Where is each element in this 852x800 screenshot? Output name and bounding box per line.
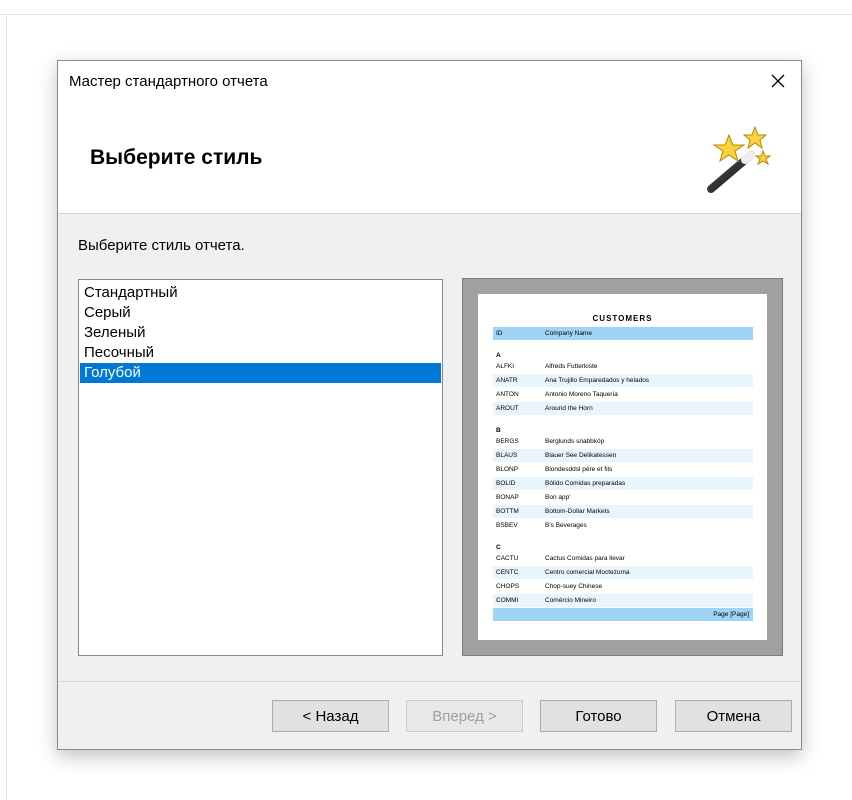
close-button[interactable] xyxy=(755,61,801,101)
preview-cell-id: CACTU xyxy=(496,555,519,562)
preview-data-row: CACTU Cactus Comidas para llevar xyxy=(493,552,753,565)
style-item-gray[interactable]: Серый xyxy=(80,303,441,323)
preview-cell-company: Blauer See Delikatessen xyxy=(545,452,617,459)
preview-cell-company: B's Beverages xyxy=(545,522,587,529)
preview-data-row: BONAP Bon app' xyxy=(493,491,753,504)
preview-cell-id: BOLID xyxy=(496,480,516,487)
preview-cell-company: Bon app' xyxy=(545,494,571,501)
preview-cell-id: COMMI xyxy=(496,597,519,604)
preview-cell-id: BSBEV xyxy=(496,522,518,529)
preview-cell-company: Centro comercial Moctezuma xyxy=(545,569,630,576)
finish-button[interactable]: Готово xyxy=(540,700,657,732)
preview-cell-id: BLAUS xyxy=(496,452,518,459)
magic-wand-icon xyxy=(707,125,772,193)
next-button[interactable]: Вперед > xyxy=(406,700,523,732)
preview-footer-row: Page [Page] xyxy=(493,608,753,621)
preview-cell-company: Bottom-Dollar Markets xyxy=(545,508,610,515)
preview-page: CUSTOMERS ID Company Name A ALFKI Alfreds Fu… xyxy=(478,294,767,640)
preview-data-row: COMMI Comércio Mineiro xyxy=(493,594,753,607)
preview-cell-company: Antonio Moreno Taquería xyxy=(545,391,618,398)
wizard-header: Выберите стиль xyxy=(58,101,801,214)
preview-cell-company: Ana Trujillo Emparedados y helados xyxy=(545,377,650,384)
preview-header-row: ID Company Name xyxy=(493,327,753,340)
style-item-green[interactable]: Зеленый xyxy=(80,323,441,343)
preview-cell-id: ID xyxy=(496,330,503,337)
preview-data-row: BSBEV B's Beverages xyxy=(493,519,753,532)
title-bar: Мастер стандартного отчета xyxy=(58,61,801,101)
preview-cell-company: Blondesddsl père et fils xyxy=(545,466,613,473)
style-item-blue[interactable]: Голубой xyxy=(80,363,441,383)
background-frame-left xyxy=(6,14,7,800)
style-item-sand[interactable]: Песочный xyxy=(80,343,441,363)
preview-data-row: ALFKI Alfreds Futterkiste xyxy=(493,360,753,373)
style-listbox[interactable]: Стандартный Серый Зеленый Песочный Голуб… xyxy=(78,279,443,656)
style-item-standard[interactable]: Стандартный xyxy=(80,283,441,303)
preview-data-row: CHOPS Chop-suey Chinese xyxy=(493,580,753,593)
preview-cell-company: Bólido Comidas preparadas xyxy=(545,480,626,487)
preview-cell-company: Cactus Comidas para llevar xyxy=(545,555,625,562)
preview-title: CUSTOMERS xyxy=(592,314,653,323)
report-wizard-dialog: Мастер стандартного отчета Выберите стил… xyxy=(57,60,802,750)
back-button[interactable]: < Назад xyxy=(272,700,389,732)
preview-cell-id: ANATR xyxy=(496,377,518,384)
preview-data-row: BLAUS Blauer See Delikatessen xyxy=(493,449,753,462)
preview-data-row: CENTC Centro comercial Moctezuma xyxy=(493,566,753,579)
preview-cell-id: AROUT xyxy=(496,405,519,412)
preview-cell-company: Alfreds Futterkiste xyxy=(545,363,598,370)
preview-data-row: BOLID Bólido Comidas preparadas xyxy=(493,477,753,490)
preview-cell-id: BERGS xyxy=(496,438,519,445)
preview-data-row: BLONP Blondesddsl père et fils xyxy=(493,463,753,476)
preview-cell-company: Around the Horn xyxy=(545,405,593,412)
preview-cell-company: Comércio Mineiro xyxy=(545,597,596,604)
preview-cell-id: CHOPS xyxy=(496,583,520,590)
cancel-button[interactable]: Отмена xyxy=(675,700,792,732)
preview-cell-id: ANTON xyxy=(496,391,519,398)
preview-cell-id: CENTC xyxy=(496,569,519,576)
window-title: Мастер стандартного отчета xyxy=(69,73,268,90)
preview-cell-company: Chop-suey Chinese xyxy=(545,583,603,590)
preview-cell-id: BONAP xyxy=(496,494,519,501)
close-icon xyxy=(771,74,785,88)
preview-data-row: AROUT Around the Horn xyxy=(493,402,753,415)
preview-data-row: BOTTM Bottom-Dollar Markets xyxy=(493,505,753,518)
preview-data-row: ANTON Antonio Moreno Taquería xyxy=(493,388,753,401)
preview-data-row: ANATR Ana Trujillo Emparedados y helados xyxy=(493,374,753,387)
preview-data-row: BERGS Berglunds snabbköp xyxy=(493,435,753,448)
preview-cell-company: Company Name xyxy=(545,330,592,337)
preview-cell-id: BLONP xyxy=(496,466,519,473)
instruction-text: Выберите стиль отчета. xyxy=(78,237,245,254)
preview-footer-text: Page [Page] xyxy=(713,611,749,618)
page-title: Выберите стиль xyxy=(90,146,263,169)
preview-cell-id: BOTTM xyxy=(496,508,519,515)
preview-cell-company: Berglunds snabbköp xyxy=(545,438,605,445)
style-preview-panel: CUSTOMERS ID Company Name A ALFKI Alfreds Fu… xyxy=(462,278,783,656)
footer-separator xyxy=(58,681,801,682)
background-frame-top xyxy=(0,14,852,15)
preview-cell-id: ALFKI xyxy=(496,363,515,370)
